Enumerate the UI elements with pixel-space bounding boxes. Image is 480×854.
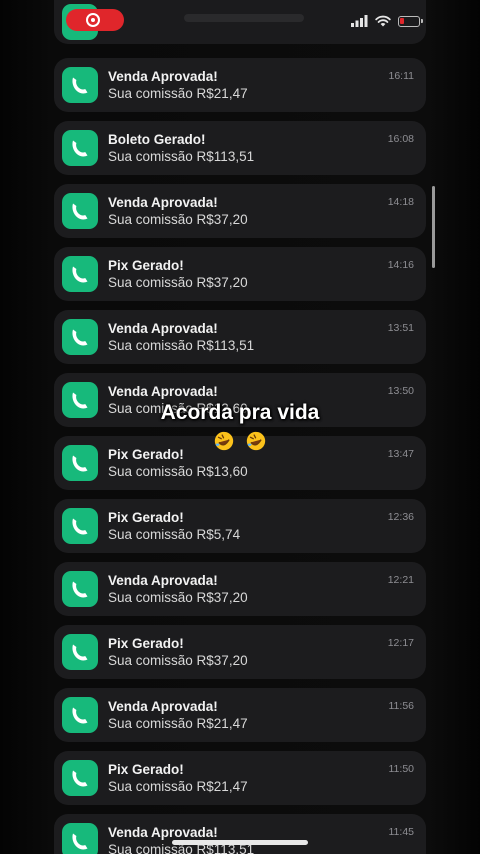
notification-time: 16:11 xyxy=(388,70,415,82)
app-logo xyxy=(62,193,98,229)
notification-time: 14:16 xyxy=(387,259,414,271)
notification-title: Boleto Gerado! xyxy=(108,132,206,147)
notification-title: Pix Gerado! xyxy=(108,762,184,777)
notification-card[interactable]: Boleto Gerado! Sua comissão R$113,51 16:08 xyxy=(54,121,426,175)
notification-time: 11:45 xyxy=(388,826,415,838)
app-logo xyxy=(62,256,98,292)
app-logo xyxy=(62,697,98,733)
notification-time: 11:56 xyxy=(388,700,415,712)
notification-body: Sua comissão R$13,60 xyxy=(108,464,248,479)
phone-leaf-icon xyxy=(72,518,88,535)
notification-card[interactable]: Pix Gerado! Sua comissão R$37,20 12:17 xyxy=(54,625,426,679)
notification-body: Sua comissão R$21,47 xyxy=(108,716,248,731)
notification-card[interactable]: Venda Aprovada! Sua comissão R$37,20 14:18 xyxy=(54,184,426,238)
notification-card[interactable]: Pix Gerado! Sua comissão R$5,74 12:36 xyxy=(54,499,426,553)
notification-list: Venda Aprovada! Sua comissão R$21,47 16:11… xyxy=(54,58,426,854)
notification-center: Venda Aprovada! Sua comissão R$21,47 16:11… xyxy=(0,0,480,854)
rolling-on-floor-laughing-emoji xyxy=(246,432,266,451)
notification-body: Sua comissão R$37,20 xyxy=(108,275,248,290)
notification-body: Sua comissão R$5,74 xyxy=(108,527,241,542)
battery-low-icon xyxy=(398,15,423,27)
notification-card[interactable]: Venda Aprovada! Sua comissão R$113,51 11:4… xyxy=(54,814,426,854)
notification-time: 16:08 xyxy=(387,133,414,145)
notification-card[interactable]: Pix Gerado! Sua comissão R$21,47 11:50 xyxy=(54,751,426,805)
phone-leaf-icon xyxy=(72,77,88,94)
notification-title: Pix Gerado! xyxy=(108,258,184,273)
screen-recording-icon xyxy=(86,13,100,27)
status-bar xyxy=(0,0,480,40)
notification-body: Sua comissão R$113,51 xyxy=(108,338,255,353)
app-logo xyxy=(62,319,98,355)
notification-time: 12:17 xyxy=(387,637,414,649)
cellular-signal-icon xyxy=(351,15,368,27)
phone-leaf-icon xyxy=(72,770,88,787)
notification-card[interactable]: Venda Aprovada! Sua comissão R$21,47 16:11 xyxy=(54,58,426,112)
notification-body: Sua comissão R$21,47 xyxy=(108,86,248,101)
rolling-on-floor-laughing-emoji xyxy=(214,432,234,451)
notification-title: Venda Aprovada! xyxy=(108,699,218,714)
notification-title: Pix Gerado! xyxy=(108,510,184,525)
notification-title: Venda Aprovada! xyxy=(108,573,218,588)
phone-leaf-icon xyxy=(72,707,88,724)
phone-leaf-icon xyxy=(72,203,88,220)
notification-body: Sua comissão R$37,20 xyxy=(108,590,248,605)
notification-time: 14:18 xyxy=(387,196,414,208)
phone-leaf-icon xyxy=(72,329,88,346)
app-logo xyxy=(62,130,98,166)
notification-card[interactable]: Pix Gerado! Sua comissão R$37,20 14:16 xyxy=(54,247,426,301)
app-logo xyxy=(62,634,98,670)
notification-title: Venda Aprovada! xyxy=(108,195,218,210)
notification-card[interactable]: Venda Aprovada! Sua comissão R$113,51 13:5… xyxy=(54,310,426,364)
caption-emoji-row xyxy=(0,426,480,454)
notification-title: Venda Aprovada! xyxy=(108,321,218,336)
phone-leaf-icon xyxy=(72,455,88,472)
app-logo xyxy=(62,67,98,103)
phone-leaf-icon xyxy=(72,644,88,661)
app-logo xyxy=(62,571,98,607)
notification-body: Sua comissão R$21,47 xyxy=(108,779,248,794)
notification-title: Venda Aprovada! xyxy=(108,384,218,399)
notification-time: 13:51 xyxy=(387,322,414,334)
notification-time: 12:21 xyxy=(387,574,414,586)
notification-title: Venda Aprovada! xyxy=(108,825,218,840)
home-indicator[interactable] xyxy=(172,840,308,845)
phone-leaf-icon xyxy=(72,581,88,598)
notification-time: 13:50 xyxy=(387,385,414,397)
app-logo xyxy=(62,760,98,796)
notification-body: Sua comissão R$37,20 xyxy=(108,653,248,668)
notification-time: 11:50 xyxy=(388,763,415,775)
app-logo xyxy=(62,508,98,544)
notification-card[interactable]: Venda Aprovada! Sua comissão R$37,20 12:21 xyxy=(54,562,426,616)
notification-card[interactable]: Venda Aprovada! Sua comissão R$21,47 11:56 xyxy=(54,688,426,742)
notification-body: Sua comissão R$113,51 xyxy=(108,149,255,164)
notification-body: Sua comissão R$37,20 xyxy=(108,212,248,227)
app-logo xyxy=(62,823,98,854)
phone-leaf-icon xyxy=(72,140,88,157)
notification-title: Venda Aprovada! xyxy=(108,69,218,84)
phone-leaf-icon xyxy=(72,833,88,850)
video-caption: Acorda pra vida xyxy=(160,401,320,424)
phone-leaf-icon xyxy=(72,266,88,283)
scroll-indicator[interactable] xyxy=(432,186,435,268)
notification-time: 12:36 xyxy=(387,511,414,523)
notification-title: Pix Gerado! xyxy=(108,636,184,651)
status-icons xyxy=(351,14,423,28)
wifi-icon xyxy=(375,15,391,27)
